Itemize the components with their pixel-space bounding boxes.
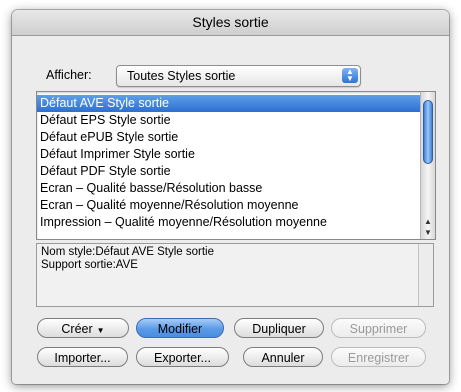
list-item[interactable]: Défaut AVE Style sortie	[37, 95, 423, 112]
delete-button[interactable]: Supprimer	[331, 318, 426, 338]
select-arrows-icon: ▲ ▼	[342, 68, 358, 83]
filter-select-value: Toutes Styles sortie	[127, 69, 236, 83]
list-scrollbar[interactable]: ▲ ▼	[420, 92, 435, 239]
create-button-label: Créer	[61, 322, 93, 336]
info-style-name: Nom style:Défaut AVE Style sortie	[41, 246, 214, 258]
filter-select[interactable]: Toutes Styles sortie ▲ ▼	[116, 65, 361, 87]
list-item[interactable]: Défaut EPS Style sortie	[37, 112, 423, 129]
info-output-medium: Support sortie:AVE	[41, 259, 138, 271]
styles-list[interactable]: Défaut AVE Style sortie Défaut EPS Style…	[36, 91, 436, 240]
list-item[interactable]: Défaut Imprimer Style sortie	[37, 146, 423, 163]
import-button[interactable]: Importer...	[37, 347, 128, 367]
export-button[interactable]: Exporter...	[136, 347, 229, 367]
list-item[interactable]: Défaut ePUB Style sortie	[37, 129, 423, 146]
dropdown-caret-icon: ▼	[96, 326, 105, 335]
styles-dialog: Styles sortie Afficher: Toutes Styles so…	[12, 10, 449, 384]
list-item[interactable]: Défaut PDF Style sortie	[37, 163, 423, 180]
modify-button[interactable]: Modifier	[136, 318, 224, 338]
scroll-up-arrow-icon[interactable]: ▲	[421, 216, 435, 227]
list-item[interactable]: Impression – Qualité moyenne/Résolution …	[37, 214, 423, 231]
list-item[interactable]: Ecran – Qualité basse/Résolution basse	[37, 180, 423, 197]
create-button[interactable]: Créer ▼	[37, 318, 129, 338]
save-button[interactable]: Enregistrer	[331, 347, 426, 367]
style-info-panel: Nom style:Défaut AVE Style sortie Suppor…	[36, 243, 434, 307]
scrollbar-thumb[interactable]	[423, 100, 433, 164]
info-scrollbar	[418, 244, 433, 306]
scroll-down-arrow-icon[interactable]: ▼	[421, 227, 435, 238]
cancel-button[interactable]: Annuler	[243, 347, 323, 367]
filter-label: Afficher:	[46, 68, 92, 82]
list-item[interactable]: Ecran – Qualité moyenne/Résolution moyen…	[37, 197, 423, 214]
window-title: Styles sortie	[12, 10, 449, 36]
duplicate-button[interactable]: Dupliquer	[234, 318, 324, 338]
